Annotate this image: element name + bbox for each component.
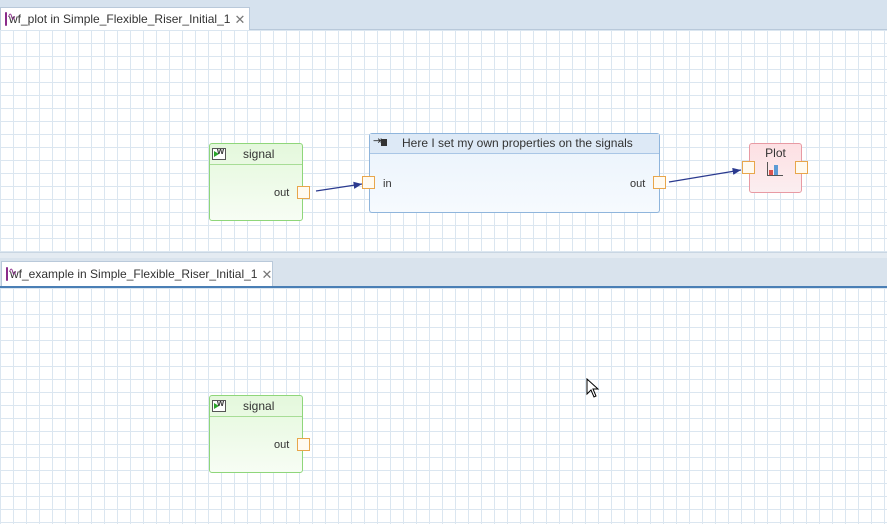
in-port-label: in xyxy=(383,178,392,190)
tab-wf-example[interactable]: wf_example in Simple_Flexible_Riser_Init… xyxy=(1,261,273,286)
signal-node[interactable]: signal out xyxy=(209,143,303,221)
node-title: Here I set my own properties on the sign… xyxy=(402,136,633,150)
close-icon[interactable]: ✕ xyxy=(234,13,245,26)
node-title: signal xyxy=(243,147,275,161)
tab-label: wf_example in Simple_Flexible_Riser_Init… xyxy=(10,267,258,281)
task-node[interactable]: Here I set my own properties on the sign… xyxy=(369,133,660,213)
node-header: Here I set my own properties on the sign… xyxy=(370,134,659,154)
plot-in-port[interactable] xyxy=(742,161,755,174)
node-title: Plot xyxy=(765,146,786,160)
out-port-label: out xyxy=(630,178,646,190)
signal-icon xyxy=(212,146,226,160)
tab-wf-plot[interactable]: wf_plot in Simple_Flexible_Riser_Initial… xyxy=(0,7,250,30)
task-icon xyxy=(373,134,387,148)
editor-tabbar-top: wf_plot in Simple_Flexible_Riser_Initial… xyxy=(0,0,887,30)
editor-tabbar-bottom: wf_example in Simple_Flexible_Riser_Init… xyxy=(0,258,887,288)
out-port-label: out xyxy=(274,187,290,199)
plot-chart-icon xyxy=(767,162,783,176)
node-title: signal xyxy=(243,399,275,413)
out-port-label: out xyxy=(274,439,290,451)
task-in-port[interactable] xyxy=(362,176,375,189)
close-icon[interactable]: ✕ xyxy=(261,268,272,281)
workflow-icon xyxy=(5,10,16,26)
tab-label: wf_plot in Simple_Flexible_Riser_Initial… xyxy=(9,12,231,26)
workflow-canvas-bottom[interactable] xyxy=(0,288,887,524)
signal-node[interactable]: signal out xyxy=(209,395,303,473)
signal-out-port[interactable] xyxy=(297,438,310,451)
node-header: signal xyxy=(210,144,302,165)
task-out-port[interactable] xyxy=(653,176,666,189)
signal-icon xyxy=(212,398,226,412)
plot-out-port[interactable] xyxy=(795,161,808,174)
node-header: signal xyxy=(210,396,302,417)
signal-out-port[interactable] xyxy=(297,186,310,199)
mouse-pointer-icon xyxy=(586,378,600,398)
workflow-icon xyxy=(6,265,17,281)
